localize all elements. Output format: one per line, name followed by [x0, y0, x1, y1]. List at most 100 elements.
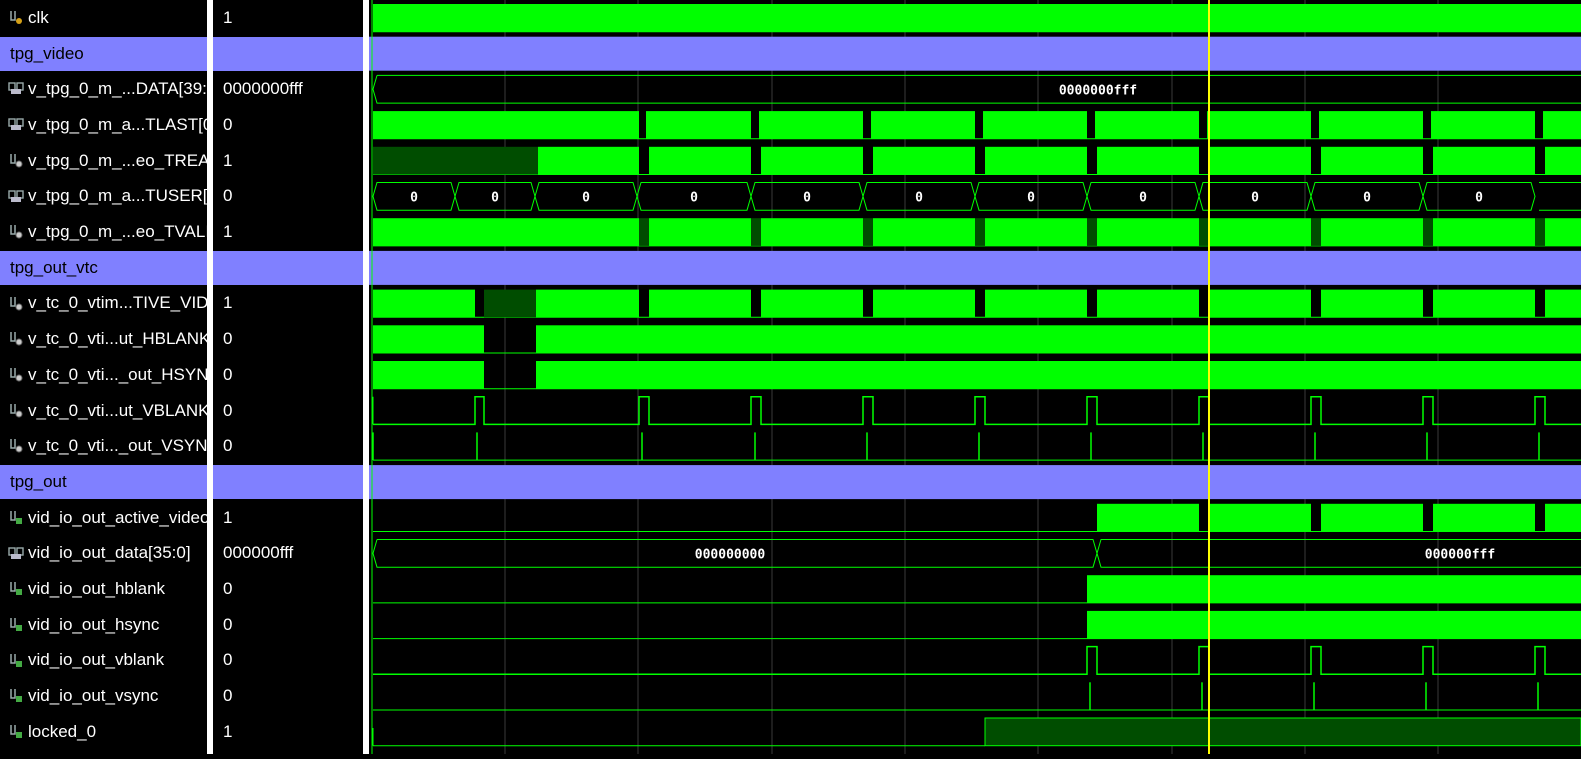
signal-name-row[interactable]: v_tpg_0_m_a...TLAST[0:0] — [0, 107, 207, 143]
bus-segment — [983, 111, 1087, 139]
signal-name-row[interactable]: vid_io_out_data[35:0] — [0, 536, 207, 572]
bus-segment — [1431, 111, 1535, 139]
bus-trace — [1539, 182, 1581, 211]
signal-high-segment — [1321, 503, 1423, 532]
bus-value-label: 0 — [410, 190, 418, 205]
signal-high-segment — [536, 361, 1581, 389]
signal-high-segment — [1433, 503, 1535, 532]
signal-value-row[interactable]: 0 — [213, 321, 363, 357]
signal-value-row[interactable]: 0 — [213, 607, 363, 643]
signal-value-row[interactable]: 0 — [213, 357, 363, 393]
signal-value-row[interactable]: 0 — [213, 393, 363, 429]
signal-high-segment — [1433, 218, 1535, 246]
signal-name-row[interactable]: clk — [0, 0, 207, 36]
signal-names-panel: clk tpg_video v_tpg_0_m_...DATA[39:0] v_tpg… — [0, 0, 207, 754]
signal-high-segment — [1199, 218, 1209, 246]
signal-name-row[interactable]: v_tc_0_vti..._out_VSYNC — [0, 428, 207, 464]
signal-value-row[interactable]: 0 — [213, 179, 363, 215]
signal-value-row[interactable] — [213, 464, 363, 499]
group-bar — [369, 250, 1581, 285]
signal-value-row[interactable] — [213, 250, 363, 285]
signal-name-row[interactable]: v_tpg_0_m_a...TUSER[0:0] — [0, 179, 207, 215]
signal-values-panel: 1 0000000fff 0 1 0 1 1 0 0 0 0 1 000000fff 0 0 0 0 1 — [213, 0, 363, 754]
signal-name-label: v_tpg_0_m_a...TUSER[0:0] — [28, 186, 207, 206]
signal-group-row[interactable]: tpg_out — [0, 464, 207, 499]
bus-value-label: 0 — [1027, 190, 1035, 205]
signal-value-row[interactable]: 1 — [213, 143, 363, 179]
signal-name-row[interactable]: locked_0 — [0, 714, 207, 750]
signal-high-segment — [373, 289, 475, 318]
signal-name-row[interactable]: v_tc_0_vtim...TIVE_VIDEO — [0, 286, 207, 322]
signal-name-row[interactable]: vid_io_out_vsync — [0, 678, 207, 714]
signal-value-label: 1 — [223, 7, 233, 27]
signal-name-row[interactable]: v_tpg_0_m_...DATA[39:0] — [0, 71, 207, 107]
signal-value-row[interactable]: 0 — [213, 428, 363, 464]
waveform-panel[interactable]: 0000000fff 0 0 0 0 0 0 0 0 0 0 0 000000000 000000fff — [369, 0, 1581, 754]
signal-name-row[interactable]: vid_io_out_hblank — [0, 571, 207, 607]
signal-value-row[interactable] — [213, 36, 363, 71]
signal-value-label: 1 — [223, 721, 233, 741]
bus-value-label: 0 — [1251, 190, 1259, 205]
bus-value-label: 0 — [690, 190, 698, 205]
signal-name-row[interactable]: v_tc_0_vti...ut_HBLANK — [0, 321, 207, 357]
signal-value-label: 0 — [223, 686, 233, 706]
signal-name-label: tpg_out — [10, 471, 67, 491]
signal-high-segment — [1097, 289, 1199, 318]
waveform-canvas[interactable]: 0000000fff0 0 0 0 0 0 0 0 0 0 0000000000 000000fff — [369, 0, 1581, 754]
signal-high-segment — [1321, 218, 1423, 246]
bus-segment — [759, 111, 863, 139]
signal-name-row[interactable]: v_tpg_0_m_...eo_TVALID — [0, 214, 207, 250]
signal-value-row[interactable]: 0 — [213, 571, 363, 607]
signal-group-row[interactable]: tpg_out_vtc — [0, 250, 207, 285]
bus-trace — [372, 74, 1581, 104]
bus-value-label: 0000000fff — [1059, 83, 1137, 98]
signal-high-segment — [1097, 218, 1199, 246]
signal-value-row[interactable]: 000000fff — [213, 536, 363, 572]
signal-high-segment — [1423, 218, 1433, 246]
signal-value-row[interactable]: 1 — [213, 714, 363, 750]
signal-high-segment — [1097, 146, 1199, 175]
signal-name-row[interactable]: vid_io_out_active_video — [0, 500, 207, 536]
signal-name-label: tpg_video — [10, 43, 84, 63]
signal-value-row[interactable]: 1 — [213, 500, 363, 536]
signal-name-label: vid_io_out_hsync — [28, 614, 160, 634]
bus-value-label: 000000000 — [695, 547, 766, 562]
signal-high-segment — [761, 218, 863, 246]
signal-name-label: vid_io_out_data[35:0] — [28, 543, 191, 563]
signal-high-segment — [1321, 146, 1423, 175]
signal-name-row[interactable]: vid_io_out_hsync — [0, 607, 207, 643]
signal-name-row[interactable]: v_tc_0_vti...ut_VBLANK — [0, 393, 207, 429]
bus-value-label: 0 — [1139, 190, 1147, 205]
signal-value-row[interactable]: 1 — [213, 286, 363, 322]
signal-name-label: vid_io_out_vblank — [28, 650, 165, 670]
signal-value-row[interactable]: 0 — [213, 643, 363, 679]
signal-name-row[interactable]: v_tpg_0_m_...eo_TREADY — [0, 143, 207, 179]
signal-high-segment — [751, 218, 761, 246]
signal-value-label: 0 — [223, 650, 233, 670]
signal-high-segment — [373, 361, 484, 389]
signal-value-label: 1 — [223, 222, 233, 242]
signal-value-row[interactable]: 1 — [213, 214, 363, 250]
bus-segment — [871, 111, 975, 139]
bus-value-label: 000000fff — [1425, 547, 1495, 562]
signal-high-segment — [761, 289, 863, 318]
signal-value-row[interactable]: 1 — [213, 0, 363, 36]
bus-value-label: 0 — [803, 190, 811, 205]
signal-name-row[interactable]: vid_io_out_vblank — [0, 643, 207, 679]
signal-value-label: 000000fff — [223, 543, 294, 563]
signal-high-segment — [761, 146, 863, 175]
group-bar — [369, 36, 1581, 71]
signal-value-row[interactable]: 0 — [213, 107, 363, 143]
signal-value-row[interactable]: 0 — [213, 678, 363, 714]
signal-value-row[interactable]: 0000000fff — [213, 71, 363, 107]
signal-value-label: 0 — [223, 329, 233, 349]
signal-high-segment — [649, 146, 751, 175]
signal-name-row[interactable]: v_tc_0_vti..._out_HSYNC — [0, 357, 207, 393]
bus-segment — [1095, 111, 1199, 139]
signal-name-label: v_tc_0_vti...ut_HBLANK — [28, 329, 207, 349]
signal-high-segment — [649, 218, 751, 246]
signal-high-segment — [985, 218, 1087, 246]
bus-segment — [646, 111, 751, 139]
signal-group-row[interactable]: tpg_video — [0, 36, 207, 71]
signal-name-label: v_tpg_0_m_a...TLAST[0:0] — [28, 114, 207, 134]
